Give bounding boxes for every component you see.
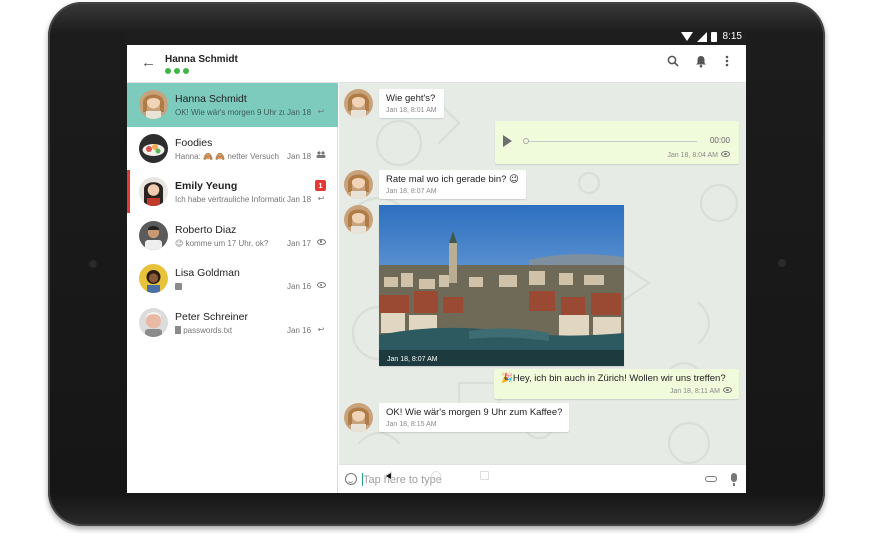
file-icon <box>175 325 181 334</box>
seen-eye-icon <box>723 387 732 393</box>
group-icon <box>316 150 326 160</box>
reply-icon: ↩ <box>317 324 325 334</box>
conversation-date: Jan 16 <box>287 325 312 335</box>
audio-duration: 00:00 <box>709 136 730 145</box>
conversation-date: Jan 16 <box>287 282 312 291</box>
notification-bell-icon[interactable] <box>693 55 709 71</box>
conversation-preview: passwords.txt <box>175 325 285 335</box>
conversation-date: Jan 18 <box>287 195 312 204</box>
avatar <box>139 177 168 206</box>
image-icon <box>175 283 182 290</box>
file-name: passwords.txt <box>183 325 233 335</box>
chat-title[interactable]: Hanna Schmidt <box>165 54 238 65</box>
message-time: Jan 18, 8:11 AM <box>669 388 720 395</box>
trust-dot <box>165 68 171 74</box>
reply-icon: ↩ <box>317 194 325 203</box>
conversation-preview: Hanna: 🙈 🙈 netter Versuch <box>175 151 279 161</box>
incoming-message[interactable]: Wie geht's? Jan 18, 8:01 AM <box>379 89 444 118</box>
conversation-item[interactable]: Peter Schreiner passwords.txt Jan 16 ↩ <box>127 301 338 345</box>
signal-icon <box>696 31 707 42</box>
conversation-preview: 😉 komme um 17 Uhr, ok? <box>175 238 269 248</box>
audio-progress-track[interactable] <box>525 141 697 142</box>
status-clock: 8:15 <box>722 31 742 42</box>
play-icon[interactable] <box>503 135 512 147</box>
composer-bar <box>339 464 746 493</box>
conversation-date: Jan 17 <box>287 238 312 248</box>
message-time-row: Jan 18, 8:04 AM <box>667 151 730 159</box>
avatar <box>344 89 373 118</box>
image-time: Jan 18, 8:07 AM <box>387 356 438 363</box>
conversation-item[interactable]: Lisa Goldman Jan 16 <box>127 257 338 301</box>
reply-icon: ↩ <box>317 107 325 116</box>
conversation-item[interactable]: Hanna Schmidt OK! Wie wär's morgen 9 Uhr… <box>127 83 338 127</box>
unread-badge: 1 <box>315 180 326 191</box>
incoming-image-message[interactable]: Jan 18, 8:07 AM <box>379 205 624 366</box>
avatar <box>344 403 373 432</box>
avatar <box>139 307 168 337</box>
conversation-name: Emily Yeung <box>175 180 238 192</box>
seen-eye-icon <box>316 281 326 290</box>
conversation-preview: OK! Wie wär's morgen 9 Uhr zum Kaffee? <box>175 108 285 117</box>
nav-recents-icon[interactable] <box>480 471 489 480</box>
conversation-name: Lisa Goldman <box>175 267 240 279</box>
message-text: OK! Wie wär's morgen 9 Uhr zum Kaffee? <box>386 407 563 418</box>
wifi-icon <box>680 31 693 42</box>
sidebar-footer <box>127 464 338 493</box>
avatar <box>139 133 168 163</box>
avatar <box>344 205 373 234</box>
avatar <box>139 90 168 119</box>
trust-dot <box>183 68 189 74</box>
microphone-icon[interactable] <box>731 473 737 486</box>
nav-home-icon[interactable] <box>431 471 441 481</box>
message-time: Jan 18, 8:07 AM <box>386 188 437 195</box>
light-sensor <box>778 259 786 267</box>
conversation-name: Foodies <box>175 136 213 149</box>
avatar <box>344 170 373 199</box>
conversation-item[interactable]: Roberto Diaz 😉 komme um 17 Uhr, ok? Jan … <box>127 214 338 258</box>
unread-marker <box>127 170 130 213</box>
audio-progress-knob[interactable] <box>523 138 529 144</box>
incoming-message[interactable]: OK! Wie wär's morgen 9 Uhr zum Kaffee? J… <box>379 403 570 432</box>
screen: 8:15 ← Hanna Schmidt Hanna Schmidt OK! W… <box>127 29 746 493</box>
chat-area: Wie geht's? Jan 18, 8:01 AM 00:00 Jan 18… <box>339 83 746 464</box>
zurich-photo <box>379 205 624 366</box>
incoming-message[interactable]: Rate mal wo ich gerade bin? 😉 Jan 18, 8:… <box>379 170 526 199</box>
search-icon[interactable] <box>665 55 681 71</box>
back-arrow-icon[interactable]: ← <box>141 55 157 71</box>
conversation-item[interactable]: Foodies Hanna: 🙈 🙈 netter Versuch Jan 18 <box>127 127 338 171</box>
conversation-list: Hanna Schmidt OK! Wie wär's morgen 9 Uhr… <box>127 83 338 493</box>
overflow-menu-icon[interactable] <box>719 55 735 71</box>
nav-back-icon[interactable] <box>384 471 392 481</box>
conversation-date: Jan 18 <box>287 108 312 117</box>
avatar <box>139 264 168 293</box>
message-text: Rate mal wo ich gerade bin? 😉 <box>386 174 519 185</box>
conversation-preview <box>175 282 285 291</box>
app-bar: ← Hanna Schmidt <box>127 45 746 83</box>
conversation-name: Peter Schreiner <box>175 310 248 323</box>
seen-eye-icon <box>316 238 326 247</box>
outgoing-message[interactable]: 🎉Hey, ich bin auch in Zürich! Wollen wir… <box>494 369 739 399</box>
attachment-icon[interactable] <box>705 476 717 482</box>
message-time: Jan 18, 8:01 AM <box>386 107 437 114</box>
seen-eye-icon <box>721 151 730 157</box>
emoji-icon[interactable] <box>345 473 357 485</box>
outgoing-voice-message: 00:00 Jan 18, 8:04 AM <box>495 121 739 164</box>
message-text: 🎉Hey, ich bin auch in Zürich! Wollen wir… <box>501 373 726 384</box>
conversation-name: Roberto Diaz <box>175 223 237 236</box>
message-time-row: Jan 18, 8:11 AM <box>501 387 732 395</box>
message-input[interactable] <box>363 472 683 487</box>
battery-icon <box>710 31 717 42</box>
message-time: Jan 18, 8:04 AM <box>667 152 718 159</box>
conversation-date: Jan 18 <box>287 151 312 161</box>
message-time: Jan 18, 8:15 AM <box>386 421 437 428</box>
conversation-preview: Ich habe vertrauliche Informationen <box>175 195 285 204</box>
conversation-item[interactable]: Emily Yeung Ich habe vertrauliche Inform… <box>127 170 338 214</box>
status-bar: 8:15 <box>127 29 746 45</box>
message-text: Wie geht's? <box>386 93 436 104</box>
conversation-name: Hanna Schmidt <box>175 93 247 105</box>
avatar <box>139 220 168 250</box>
front-camera <box>88 259 98 269</box>
trust-level-indicator <box>165 68 189 74</box>
trust-dot <box>174 68 180 74</box>
